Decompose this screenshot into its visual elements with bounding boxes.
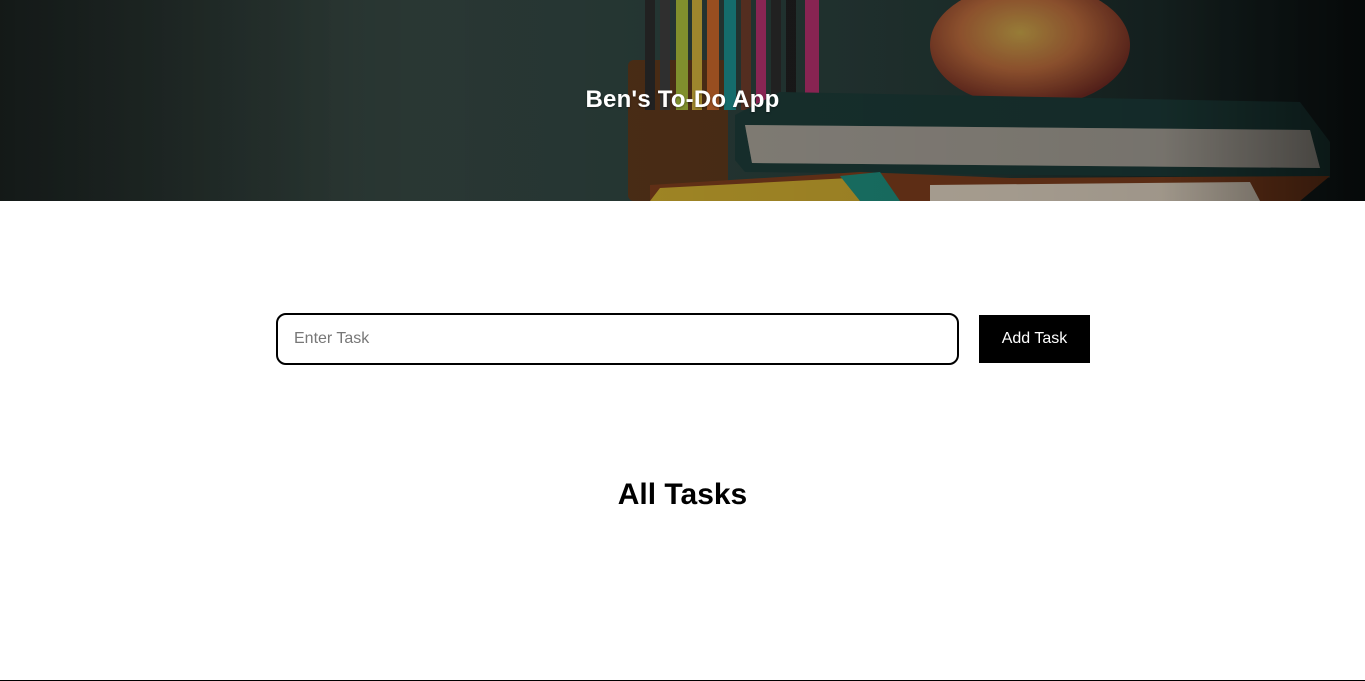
add-task-button[interactable]: Add Task [979, 315, 1090, 363]
hero-banner: Ben's To-Do App [0, 0, 1365, 201]
todo-app-page: Ben's To-Do App Add Task All Tasks [0, 0, 1365, 681]
task-input[interactable] [276, 313, 959, 365]
add-task-form: Add Task [276, 313, 1090, 365]
all-tasks-heading: All Tasks [617, 478, 748, 511]
app-title: Ben's To-Do App [585, 86, 780, 113]
